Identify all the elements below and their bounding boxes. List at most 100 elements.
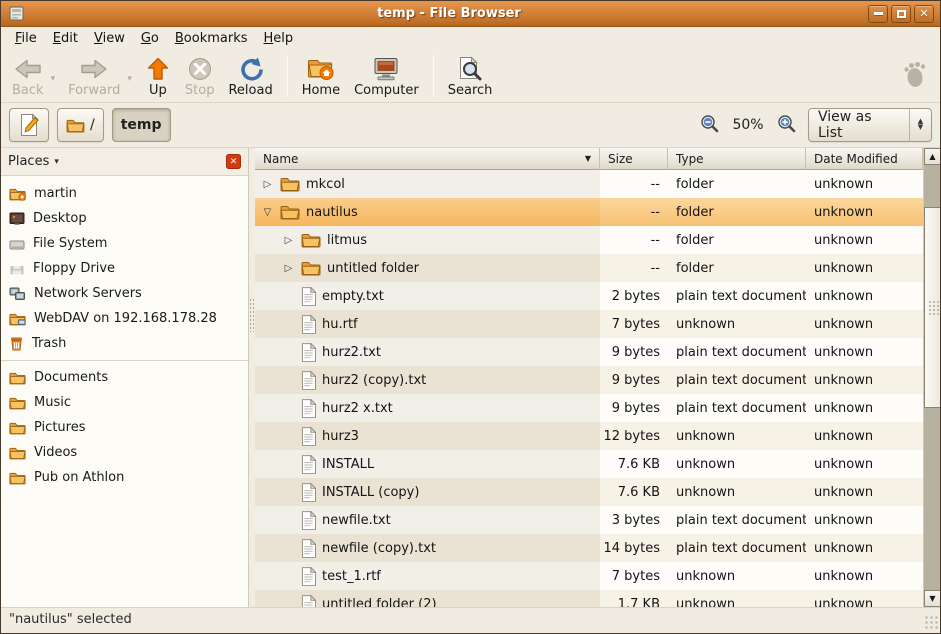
search-button[interactable]: Search [441, 53, 500, 100]
menu-edit[interactable]: Edit [45, 28, 86, 49]
minimize-icon [874, 12, 883, 15]
reload-button[interactable]: Reload [221, 53, 279, 100]
filesystem-icon [9, 237, 25, 251]
menu-view[interactable]: View [86, 28, 133, 49]
titlebar[interactable]: temp - File Browser ✕ [1, 1, 940, 27]
expander-expanded-icon[interactable]: ▽ [261, 207, 274, 218]
table-row[interactable]: hu.rtf 7 bytes unknown unknown [255, 310, 923, 338]
menu-help[interactable]: Help [256, 28, 302, 49]
sidebar-item-floppy[interactable]: Floppy Drive [1, 256, 248, 281]
sidebar-item-videos[interactable]: Videos [1, 440, 248, 465]
column-header-type[interactable]: Type [668, 148, 806, 170]
view-mode-label: View as List [809, 109, 909, 141]
sidebar-separator [1, 360, 248, 361]
text-file-icon [301, 427, 316, 446]
sidebar-item-home[interactable]: martin [1, 181, 248, 206]
scroll-down-button[interactable]: ▼ [924, 590, 941, 607]
table-row[interactable]: ▷mkcol -- folder unknown [255, 170, 923, 198]
sidebar-item-pub-on-athlon[interactable]: Pub on Athlon [1, 465, 248, 490]
expander-collapsed-icon[interactable]: ▷ [282, 235, 295, 246]
folder-icon [280, 204, 300, 220]
pane-resize-handle[interactable] [249, 148, 255, 607]
expander-collapsed-icon[interactable]: ▷ [282, 263, 295, 274]
table-row[interactable]: hurz2 (copy).txt 9 bytes plain text docu… [255, 366, 923, 394]
webdav-folder-icon [9, 312, 26, 326]
forward-button[interactable]: Forward [61, 53, 127, 100]
table-row[interactable]: ▷untitled folder -- folder unknown [255, 254, 923, 282]
maximize-icon [897, 10, 906, 18]
menu-file[interactable]: File [7, 28, 45, 49]
path-button-root[interactable]: / [57, 108, 104, 142]
home-button[interactable]: Home [295, 53, 347, 100]
scroll-up-button[interactable]: ▲ [924, 148, 941, 165]
forward-dropdown-icon[interactable]: ▾ [127, 68, 132, 84]
vertical-scrollbar[interactable]: ▲ ▼ [923, 148, 940, 607]
column-headers: Name▼ Size Type Date Modified [255, 148, 923, 170]
table-row[interactable]: hurz2.txt 9 bytes plain text document un… [255, 338, 923, 366]
sidebar-header[interactable]: Places ▾ ✕ [1, 148, 248, 176]
path-button-current[interactable]: temp [112, 108, 171, 142]
table-row[interactable]: INSTALL (copy) 7.6 KB unknown unknown [255, 478, 923, 506]
places-sidebar: Places ▾ ✕ martin Desktop File System [1, 148, 249, 607]
column-header-name[interactable]: Name▼ [255, 148, 600, 170]
sidebar-item-music[interactable]: Music [1, 390, 248, 415]
sidebar-item-pictures[interactable]: Pictures [1, 415, 248, 440]
forward-icon [79, 55, 109, 83]
main-area: Places ▾ ✕ martin Desktop File System [1, 148, 940, 607]
table-row[interactable]: hurz2 x.txt 9 bytes plain text document … [255, 394, 923, 422]
scrollbar-thumb[interactable] [924, 207, 941, 408]
back-dropdown-icon[interactable]: ▾ [51, 68, 56, 84]
column-header-size[interactable]: Size [600, 148, 668, 170]
location-bar: / temp 50% View as List ▲▼ [1, 103, 940, 148]
resize-grip[interactable] [924, 615, 938, 629]
table-row[interactable]: newfile.txt 3 bytes plain text document … [255, 506, 923, 534]
window-icon[interactable] [9, 6, 26, 21]
sidebar-item-trash[interactable]: Trash [1, 331, 248, 356]
view-mode-combobox[interactable]: View as List ▲▼ [808, 108, 932, 142]
table-row-selected[interactable]: ▽nautilus -- folder unknown [255, 198, 923, 226]
folder-icon [9, 471, 26, 485]
zoom-out-button[interactable] [700, 114, 719, 137]
table-row[interactable]: ▷litmus -- folder unknown [255, 226, 923, 254]
scroll-down-icon: ▼ [929, 594, 935, 603]
sidebar-close-button[interactable]: ✕ [226, 154, 241, 169]
up-button[interactable]: Up [138, 53, 178, 100]
table-row[interactable]: empty.txt 2 bytes plain text document un… [255, 282, 923, 310]
window-title: temp - File Browser [30, 6, 868, 21]
menu-go[interactable]: Go [133, 28, 167, 49]
toolbar: Back ▾ Forward ▾ Up Stop Reload Home Com… [1, 50, 940, 103]
stop-button[interactable]: Stop [178, 53, 222, 100]
table-row[interactable]: test_1.rtf 7 bytes unknown unknown [255, 562, 923, 590]
computer-button[interactable]: Computer [347, 53, 426, 100]
table-row[interactable]: newfile (copy).txt 14 bytes plain text d… [255, 534, 923, 562]
close-icon: ✕ [919, 8, 928, 19]
sidebar-item-network[interactable]: Network Servers [1, 281, 248, 306]
sidebar-item-desktop[interactable]: Desktop [1, 206, 248, 231]
expander-collapsed-icon[interactable]: ▷ [261, 179, 274, 190]
text-file-icon [301, 567, 316, 586]
desktop-icon [9, 212, 25, 226]
sidebar-item-webdav[interactable]: WebDAV on 192.168.178.28 [1, 306, 248, 331]
maximize-button[interactable] [891, 5, 911, 23]
scroll-up-icon: ▲ [929, 152, 935, 161]
back-icon [13, 55, 43, 83]
sidebar-item-filesystem[interactable]: File System [1, 231, 248, 256]
zoom-in-button[interactable] [777, 114, 796, 137]
reload-icon [238, 55, 264, 83]
file-browser-window: temp - File Browser ✕ File Edit View Go … [0, 0, 941, 634]
back-button[interactable]: Back [5, 53, 51, 100]
menubar: File Edit View Go Bookmarks Help [1, 27, 940, 50]
table-row[interactable]: INSTALL 7.6 KB unknown unknown [255, 450, 923, 478]
close-button[interactable]: ✕ [914, 5, 934, 23]
table-row[interactable]: hurz3 12 bytes unknown unknown [255, 422, 923, 450]
scrollbar-grip-icon [928, 300, 939, 316]
statusbar: "nautilus" selected [1, 607, 940, 631]
toggle-location-entry-button[interactable] [9, 108, 49, 142]
table-row[interactable]: untitled folder (2) 1.7 KB unknown unkno… [255, 590, 923, 607]
sidebar-item-documents[interactable]: Documents [1, 365, 248, 390]
places-list: martin Desktop File System Floppy Drive … [1, 176, 248, 490]
minimize-button[interactable] [868, 5, 888, 23]
search-icon [457, 55, 483, 83]
column-header-modified[interactable]: Date Modified [806, 148, 923, 170]
menu-bookmarks[interactable]: Bookmarks [167, 28, 256, 49]
